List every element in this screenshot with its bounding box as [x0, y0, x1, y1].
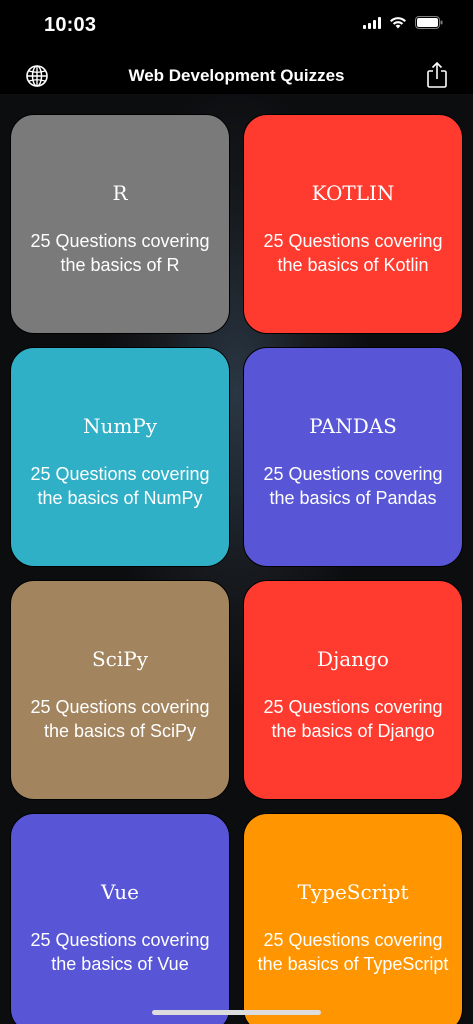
quiz-card-description: 25 Questions covering the basics of R	[30, 231, 210, 275]
quiz-card-title: KOTLIN	[311, 181, 395, 205]
quiz-card-description: 25 Questions covering the basics of NumP…	[30, 464, 210, 508]
home-indicator[interactable]	[152, 1010, 321, 1015]
wifi-icon	[390, 17, 406, 29]
quiz-grid-container[interactable]: R 25 Questions covering the basics of R …	[0, 94, 473, 1024]
quiz-card-vue[interactable]: Vue 25 Questions covering the basics of …	[10, 813, 230, 1024]
quiz-card-scipy[interactable]: SciPy 25 Questions covering the basics o…	[10, 580, 230, 800]
quiz-card-description: 25 Questions covering the basics of Pand…	[263, 464, 443, 508]
status-time: 10:03	[44, 14, 97, 36]
quiz-card-title: TypeScript	[297, 880, 409, 904]
quiz-card-description: 25 Questions covering the basics of Vue	[30, 930, 210, 974]
navigation-bar: Web Development Quizzes	[0, 56, 473, 94]
quiz-card-description: 25 Questions covering the basics of Djan…	[263, 697, 443, 741]
quiz-card-description: 25 Questions covering the basics of Kotl…	[263, 231, 443, 275]
battery-icon	[415, 16, 443, 29]
quiz-card-typescript[interactable]: TypeScript 25 Questions covering the bas…	[243, 813, 463, 1024]
signal-icon	[363, 16, 381, 29]
quiz-card-description: 25 Questions covering the basics of Type…	[257, 930, 449, 974]
status-icons	[363, 16, 443, 29]
quiz-card-title: Vue	[101, 880, 139, 904]
quiz-card-description: 25 Questions covering the basics of SciP…	[30, 697, 210, 741]
quiz-card-title: R	[112, 181, 128, 205]
quiz-card-pandas[interactable]: PANDAS 25 Questions covering the basics …	[243, 347, 463, 567]
quiz-card-kotlin[interactable]: KOTLIN 25 Questions covering the basics …	[243, 114, 463, 334]
share-button[interactable]	[425, 61, 449, 89]
status-bar: 10:03	[0, 0, 473, 56]
quiz-grid: R 25 Questions covering the basics of R …	[10, 114, 464, 1024]
quiz-card-title: PANDAS	[309, 414, 397, 438]
quiz-card-r[interactable]: R 25 Questions covering the basics of R	[10, 114, 230, 334]
quiz-card-title: NumPy	[82, 414, 158, 438]
share-icon	[427, 61, 447, 88]
quiz-card-numpy[interactable]: NumPy 25 Questions covering the basics o…	[10, 347, 230, 567]
quiz-card-title: SciPy	[91, 647, 149, 671]
quiz-card-title: Django	[317, 647, 389, 671]
page-title: Web Development Quizzes	[128, 66, 345, 85]
quiz-card-django[interactable]: Django 25 Questions covering the basics …	[243, 580, 463, 800]
